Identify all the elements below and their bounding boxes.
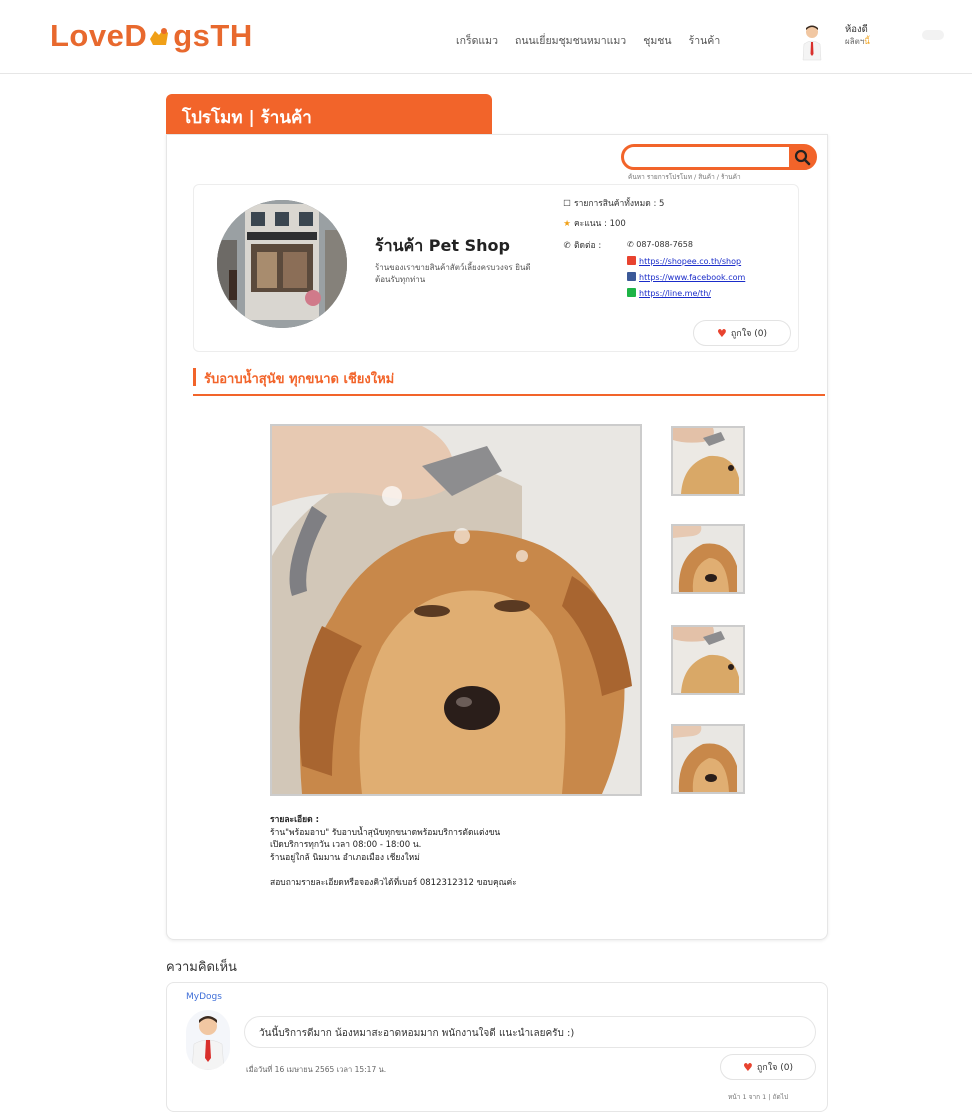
- shop-like-button[interactable]: ♥ ถูกใจ (0): [693, 320, 791, 346]
- shopee-link[interactable]: https://shopee.co.th/shop: [627, 256, 741, 266]
- stat-contact: ✆ ติดต่อ :: [563, 241, 602, 251]
- stat-total-products: ☐ รายการสินค้าทั้งหมด : 5: [563, 199, 665, 209]
- detail-line-2: เปิดบริการทุกวัน เวลา 08:00 - 18:00 น.: [270, 840, 422, 850]
- comment-date: เมื่อวันที่ 16 เมษายน 2565 เวลา 15:17 น.: [246, 1065, 387, 1074]
- heart-icon: ♥: [716, 326, 727, 340]
- shopee-icon: [627, 256, 636, 265]
- comment-avatar: [186, 1010, 230, 1070]
- thumbnail-4[interactable]: [671, 724, 745, 794]
- search-input[interactable]: [630, 149, 790, 165]
- site-logo[interactable]: LoveD gsTH: [50, 18, 253, 54]
- comment-like-button[interactable]: ♥ ถูกใจ (0): [720, 1054, 816, 1080]
- title-accent-bar: [193, 368, 196, 386]
- nav-item-shop[interactable]: ร้านค้า: [689, 32, 721, 49]
- comment-text: วันนี้บริการดีมาก น้องหมาสะอาดหอมมาก พนั…: [244, 1016, 816, 1048]
- shop-photo: [217, 200, 347, 328]
- user-name: ห้องดี: [845, 24, 868, 35]
- logo-text-left: LoveD: [50, 18, 148, 53]
- clipboard-icon: ☐: [563, 199, 571, 209]
- shop-name: ร้านค้า Pet Shop: [375, 236, 510, 255]
- search-button[interactable]: [789, 145, 815, 170]
- user-avatar[interactable]: [800, 24, 824, 62]
- user-subtitle: ผลิตฯนี้: [845, 37, 870, 46]
- thumbnail-2[interactable]: [671, 524, 745, 594]
- thumbnail-1[interactable]: [671, 426, 745, 496]
- facebook-icon: [627, 272, 636, 281]
- detail-heading: รายละเอียด :: [270, 815, 319, 825]
- main-nav: เกร็ดแมว ถนนเยี่ยมชุมชนหมาแมว ชุมชน ร้าน…: [456, 32, 720, 49]
- contact-phone: ✆ 087-088-7658: [627, 240, 693, 249]
- promotion-main-image: [270, 424, 642, 796]
- nav-item-community[interactable]: ชุมชน: [643, 32, 671, 49]
- nav-item-community-visit[interactable]: ถนนเยี่ยมชุมชนหมาแมว: [515, 32, 626, 49]
- nav-item-cat-tips[interactable]: เกร็ดแมว: [456, 32, 498, 49]
- facebook-link[interactable]: https://www.facebook.com: [627, 272, 745, 282]
- promotion-title: รับอาบน้ำสุนัข ทุกขนาด เชียงใหม่: [204, 372, 395, 387]
- search-box: [621, 144, 817, 170]
- detail-line-4: [270, 864, 517, 877]
- search-hint: ค้นหา รายการโปรโมท / สินค้า / ร้านค้า: [628, 173, 741, 181]
- heart-icon: ♥: [742, 1060, 753, 1074]
- menu-toggle[interactable]: [922, 30, 944, 40]
- top-navigation-bar: LoveD gsTH เกร็ดแมว ถนนเยี่ยมชุมชนหมาแมว …: [0, 0, 972, 74]
- line-link[interactable]: https://line.me/th/: [627, 288, 711, 298]
- stat-score: ★ คะแนน : 100: [563, 219, 626, 229]
- phone-icon: ✆: [563, 241, 571, 251]
- search-icon: [794, 149, 811, 166]
- dog-logo-icon: [147, 21, 173, 47]
- promo-shop-tab: โปรโมท | ร้านค้า: [166, 94, 492, 136]
- logo-text-right: gsTH: [173, 18, 253, 53]
- shop-description: ร้านของเราขายสินค้าสัตว์เลี้ยงครบวงจร ยิ…: [375, 263, 531, 284]
- detail-line-3: ร้านอยู่ใกล้ นิมมาน อำเภอเมือง เชียงใหม่: [270, 852, 420, 863]
- detail-line-5: สอบถามรายละเอียดหรือจองคิวได้ที่เบอร์ 08…: [270, 877, 517, 888]
- star-icon: ★: [563, 219, 571, 229]
- comments-title: ความคิดเห็น: [166, 960, 237, 975]
- phone-small-icon: ✆: [627, 240, 637, 249]
- detail-line-1: ร้าน"พร้อมอาบ" รับอาบน้ำสุนัขทุกขนาดพร้อ…: [270, 827, 501, 838]
- line-icon: [627, 288, 636, 297]
- comment-username[interactable]: MyDogs: [186, 992, 222, 1002]
- promotion-detail: รายละเอียด : ร้าน"พร้อมอาบ" รับอาบน้ำสุน…: [270, 814, 517, 889]
- promotion-title-bar: รับอาบน้ำสุนัข ทุกขนาด เชียงใหม่: [193, 366, 825, 396]
- user-menu[interactable]: ห้องดี ผลิตฯนี้: [845, 24, 870, 48]
- thumbnail-3[interactable]: [671, 625, 745, 695]
- comment-pagination[interactable]: หน้า 1 จาก 1 | ถัดไป: [728, 1092, 788, 1102]
